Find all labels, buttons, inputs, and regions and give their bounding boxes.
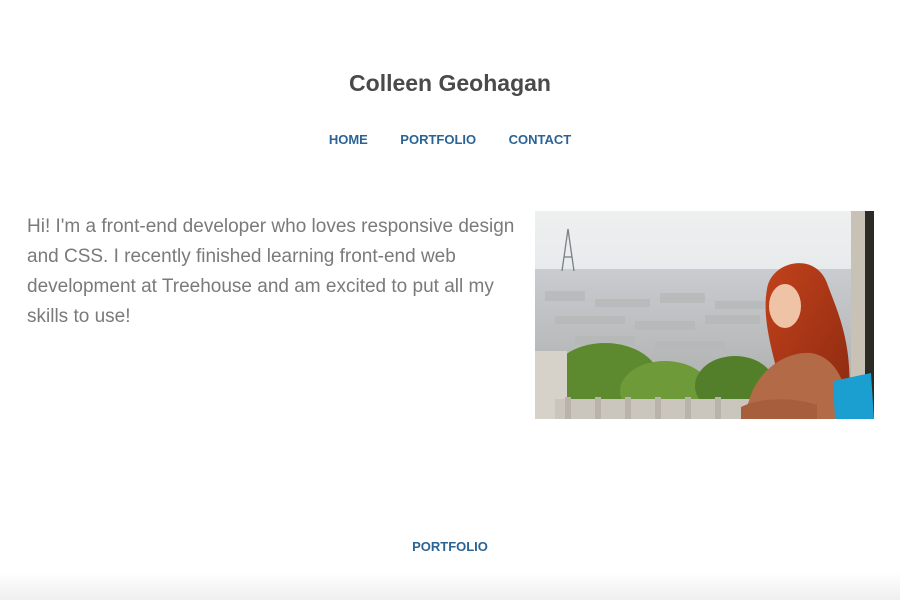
profile-photo	[535, 211, 874, 419]
bottom-fade	[0, 572, 900, 600]
footer: PORTFOLIO	[0, 538, 900, 556]
main-nav: HOME PORTFOLIO CONTACT	[0, 131, 900, 149]
nav-home-link[interactable]: HOME	[329, 132, 368, 147]
nav-portfolio-link[interactable]: PORTFOLIO	[400, 132, 476, 147]
site-title: Colleen Geohagan	[349, 70, 551, 96]
page: Colleen Geohagan HOME PORTFOLIO CONTACT …	[0, 0, 900, 600]
intro-text: Hi! I'm a front-end developer who loves …	[27, 216, 515, 327]
footer-portfolio-link[interactable]: PORTFOLIO	[412, 539, 488, 554]
nav-contact-link[interactable]: CONTACT	[509, 132, 572, 147]
profile-photo-illustration	[535, 211, 874, 419]
